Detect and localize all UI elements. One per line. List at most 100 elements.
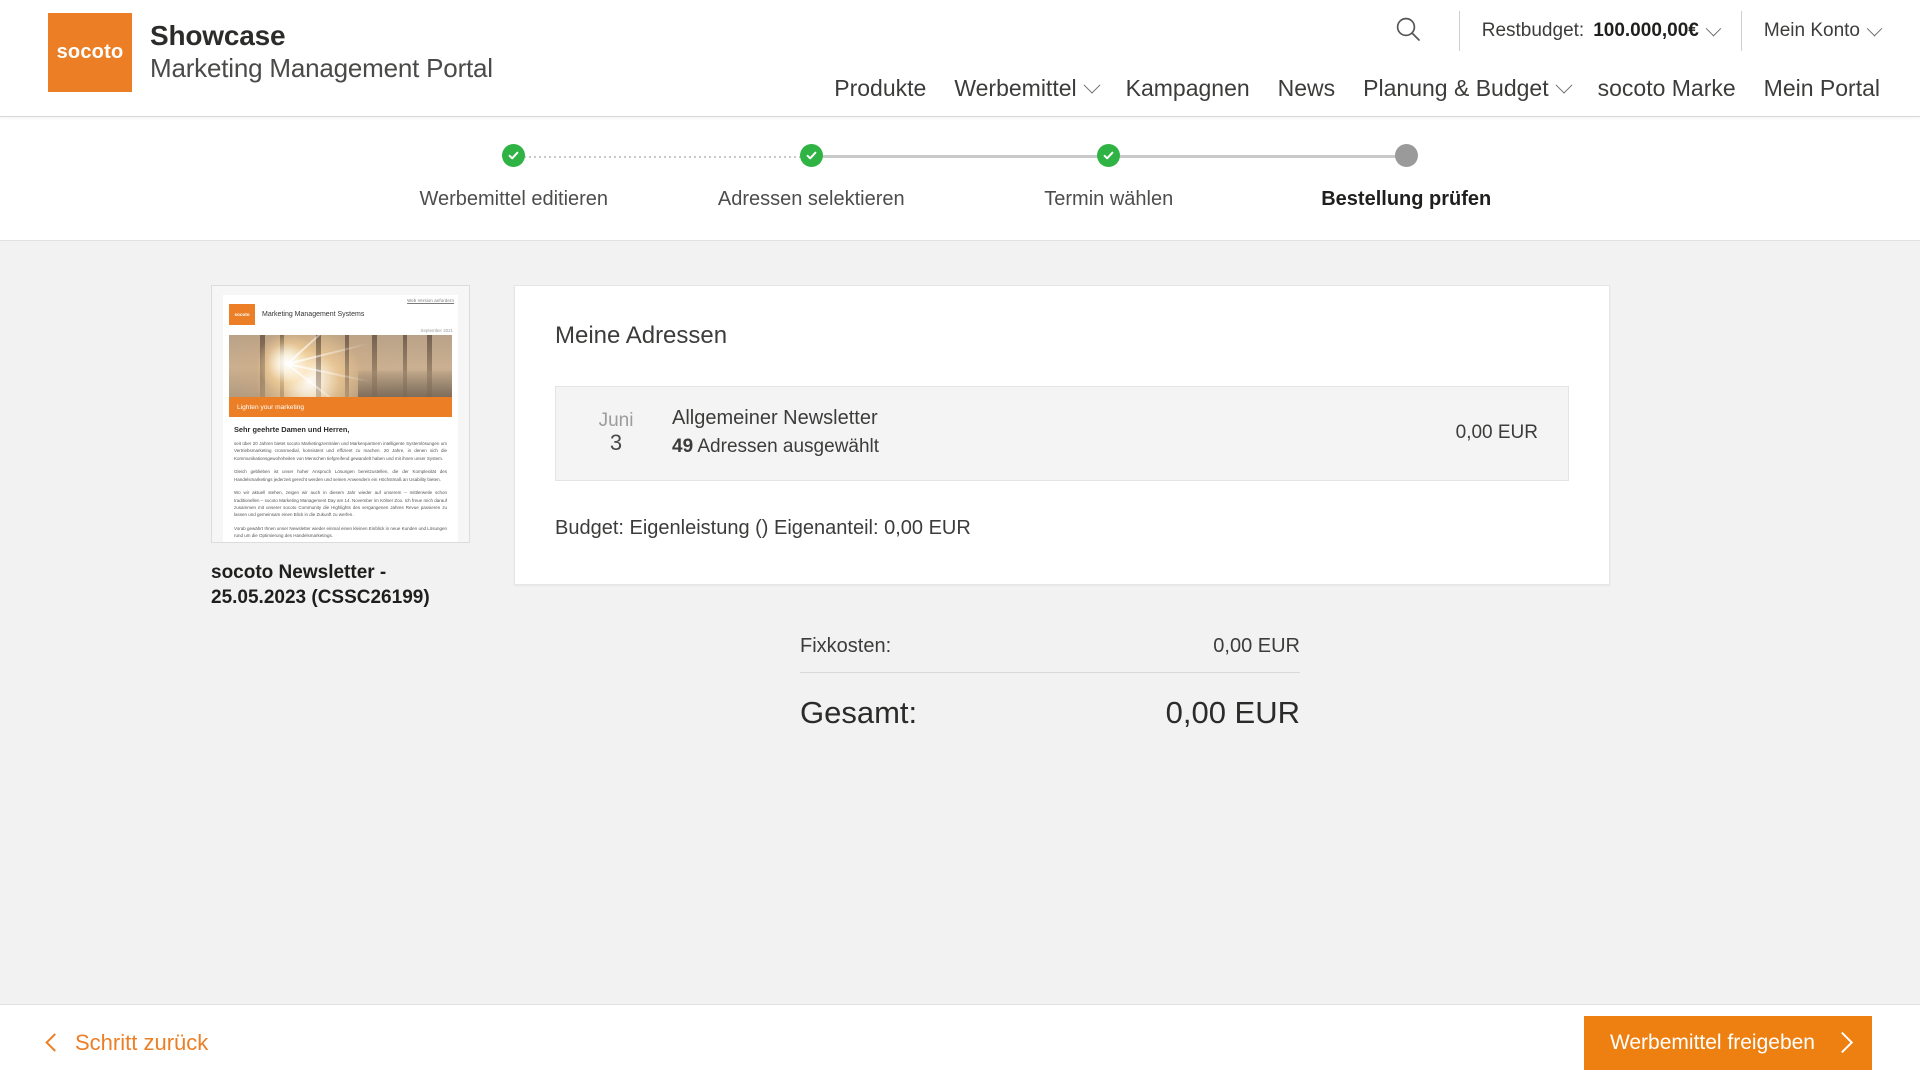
newsletter-preview: Web Version anfordern socoto Marketing M… [223,295,458,542]
chevron-left-icon [45,1033,64,1052]
content-inner: Web Version anfordern socoto Marketing M… [0,241,1920,745]
chevron-down-icon [1555,76,1573,94]
divider [1458,11,1460,51]
grand-total-row: Gesamt: 0,00 EUR [800,673,1300,745]
newsletter-hero-caption: Lighten your marketing [229,397,452,417]
main-content: Web Version anfordern socoto Marketing M… [0,241,1920,1004]
nav-item-label: Produkte [834,74,927,101]
account-dropdown[interactable]: Mein Konto [1763,20,1883,42]
step-connector [513,155,812,158]
totals-section: Fixkosten: 0,00 EUR Gesamt: 0,00 EUR [800,635,1300,745]
release-button-label: Werbemittel freigeben [1609,1030,1815,1054]
budget-summary-line: Budget: Eigenleistung () Eigenanteil: 0,… [555,517,971,539]
nav-item-label: Mein Portal [1763,74,1880,101]
nav-item-mein-portal[interactable]: Mein Portal [1750,75,1880,102]
fixed-costs-label: Fixkosten: [800,635,892,657]
address-month: Juni [598,409,634,431]
brand-text: Showcase Marketing Management Portal [150,13,493,85]
step-label: Werbemittel editieren [419,188,609,210]
address-name: Allgemeiner Newsletter [672,407,878,429]
newsletter-header: socoto Marketing Management Systems [223,303,458,327]
nav-item-planung-budget[interactable]: Planung & Budget [1349,75,1583,102]
address-list-item[interactable]: Juni 3 Allgemeiner Newsletter 49 Adresse… [555,386,1569,481]
address-count-suffix: Adressen ausgewählt [697,436,880,457]
app-window: socoto Showcase Marketing Management Por… [0,0,1920,1080]
newsletter-header-title: Marketing Management Systems [262,311,365,318]
account-label: Mein Konto [1763,20,1860,41]
nav-item-label: socoto Marke [1597,74,1736,101]
progress-stepper: Werbemittel editieren Adressen selektiere… [365,117,1555,211]
web-version-link[interactable]: Web Version anfordern [223,295,458,303]
budget-label: Restbudget: [1481,20,1585,41]
progress-stepper-band: Werbemittel editieren Adressen selektiere… [0,117,1920,241]
header-utility-bar: Restbudget: 100.000,00€ Mein Konto [1379,0,1883,62]
step-1[interactable]: Werbemittel editieren [365,144,812,211]
footer-bar: Schritt zurück Werbemittel freigeben [0,1004,1920,1080]
fixed-costs-row: Fixkosten: 0,00 EUR [800,635,1300,673]
step-connector [811,155,1109,158]
grand-total-value: 0,00 EUR [1165,695,1300,730]
newsletter-body: Sehr geehrte Damen und Herren, seit über… [223,417,458,540]
chevron-down-icon [1705,20,1722,36]
preview-caption: socoto Newsletter - 25.05.2023 (CSSC2619… [211,562,430,609]
content-layout: Web Version anfordern socoto Marketing M… [0,285,1920,745]
chevron-right-icon [1831,1031,1854,1054]
newsletter-paragraph: Gleich geblieben ist unser hoher Anspruc… [234,469,447,482]
logo-text: socoto [56,41,124,63]
chevron-down-icon [1083,76,1101,94]
brand[interactable]: socoto Showcase Marketing Management Por… [48,13,493,92]
newsletter-date: September 2021 [420,328,453,333]
site-header: socoto Showcase Marketing Management Por… [0,0,1920,117]
budget-value: 100.000,00€ [1593,20,1699,41]
nav-item-label: Planung & Budget [1363,74,1549,101]
page-subtitle: Marketing Management Portal [150,53,493,84]
step-dot-pending-icon[interactable] [1394,144,1418,167]
divider [1740,11,1742,51]
newsletter-greeting: Sehr geehrte Damen und Herren, [234,425,350,434]
address-price: 0,00 EUR [1455,421,1538,443]
grand-total-label: Gesamt: [800,695,918,730]
preview-column: Web Version anfordern socoto Marketing M… [211,285,470,611]
addresses-card: Meine Adressen Juni 3 Allgemeiner Newsle… [514,285,1610,585]
nav-item-label: Werbemittel [954,74,1077,101]
newsletter-paragraph: Wo wir aktuell stehen, zeigen wir auch i… [234,490,447,518]
nav-item-socoto-marke[interactable]: socoto Marke [1584,75,1750,102]
newsletter-hero-image: Lighten your marketing [229,335,452,417]
card-title: Meine Adressen [555,322,728,349]
nav-item-produkte[interactable]: Produkte [820,75,940,102]
step-check-icon[interactable] [799,144,823,167]
newsletter-logo-text: socoto [234,312,250,317]
step-check-icon[interactable] [502,144,526,167]
address-count-number: 49 [672,436,694,457]
address-info: Allgemeiner Newsletter 49 Adressen ausge… [672,407,1456,458]
step-check-icon[interactable] [1097,144,1121,167]
nav-item-label: News [1277,74,1336,101]
nav-item-werbemittel[interactable]: Werbemittel [940,75,1111,102]
budget-dropdown[interactable]: Restbudget: 100.000,00€ [1481,20,1722,42]
socoto-logo[interactable]: socoto [48,13,132,92]
newsletter-paragraph: Vorab gewährt Ihnen unser Newsletter wie… [234,525,447,539]
nav-item-kampagnen[interactable]: Kampagnen [1112,75,1264,102]
newsletter-logo: socoto [229,304,255,325]
main-column: Meine Adressen Juni 3 Allgemeiner Newsle… [514,285,1610,745]
step-label: Adressen selektieren [717,188,905,210]
step-connector [1108,155,1407,158]
main-navigation: Produkte Werbemittel Kampagnen News Planung … [820,62,1880,114]
step-label: Termin wählen [1044,188,1174,210]
address-count: 49 Adressen ausgewählt [672,436,1456,458]
nav-item-news[interactable]: News [1264,75,1350,102]
newsletter-thumbnail[interactable]: Web Version anfordern socoto Marketing M… [211,285,470,543]
back-step-label: Schritt zurück [75,1029,209,1055]
back-step-button[interactable]: Schritt zurück [45,1029,209,1056]
release-advertising-material-button[interactable]: Werbemittel freigeben [1583,1015,1872,1070]
address-day: 3 [609,429,623,455]
nav-item-label: Kampagnen [1125,74,1250,101]
fixed-costs-value: 0,00 EUR [1213,635,1300,657]
search-icon [1393,14,1423,49]
page-title: Showcase [150,20,286,51]
chevron-down-icon [1866,20,1883,36]
newsletter-paragraph: seit über 20 Jahren bietet socoto Market… [234,441,447,461]
search-button[interactable] [1379,2,1437,60]
address-date: Juni 3 [586,410,646,456]
step-label: Bestellung prüfen [1321,188,1492,210]
